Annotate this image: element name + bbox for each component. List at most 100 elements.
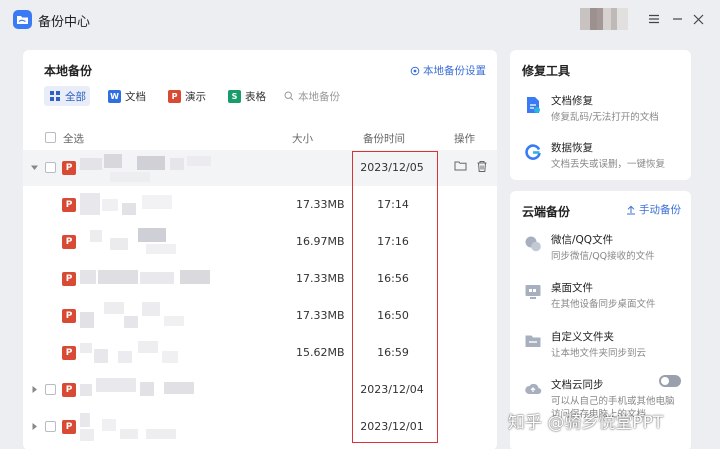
custom-folder-item[interactable]: 自定义文件夹 让本地文件夹同步到云	[522, 328, 687, 364]
search-input[interactable]: 本地备份	[284, 89, 340, 104]
manual-backup-button[interactable]: 手动备份	[626, 202, 681, 217]
backup-time: 16:50	[377, 309, 409, 322]
backup-date: 2023/12/04	[360, 383, 424, 396]
data-recovery-item[interactable]: 数据恢复 文档丢失或误删，一键恢复	[522, 139, 687, 175]
ppt-file-icon: P	[62, 161, 76, 175]
local-backup-settings-link[interactable]: 本地备份设置	[410, 63, 486, 78]
table-row[interactable]: P 15.62MB 16:59	[23, 335, 497, 371]
folder-open-icon[interactable]	[454, 160, 468, 174]
settings-icon	[410, 66, 420, 75]
app-title: 备份中心	[38, 15, 91, 30]
filter-presentation-label: 演示	[185, 90, 206, 103]
menu-icon[interactable]	[646, 11, 662, 27]
cloud-sync-icon	[524, 380, 542, 398]
file-size: 17.33MB	[296, 198, 345, 211]
file-size: 17.33MB	[296, 309, 345, 322]
document-repair-desc: 修复乱码/无法打开的文档	[551, 112, 659, 123]
table-row[interactable]: P 2023/12/04	[23, 372, 497, 408]
action-column-header: 操作	[454, 133, 475, 145]
table-row[interactable]: P 2023/12/05	[23, 150, 497, 186]
avatar[interactable]	[580, 8, 628, 30]
chat-file-icon	[524, 235, 542, 253]
watermark: 知乎 @骑乡悦堂PPT	[508, 413, 664, 433]
row-checkbox[interactable]	[45, 421, 56, 432]
desktop-files-title: 桌面文件	[551, 282, 593, 294]
data-recovery-title: 数据恢复	[551, 142, 593, 154]
filter-presentation[interactable]: P 演示	[164, 86, 210, 106]
chevron-down-icon[interactable]	[30, 163, 40, 173]
ppt-file-icon: P	[62, 198, 76, 212]
repair-tools-heading: 修复工具	[522, 64, 571, 78]
file-size: 16.97MB	[296, 235, 345, 248]
document-repair-item[interactable]: 文档修复 修复乱码/无法打开的文档	[522, 92, 687, 128]
row-checkbox[interactable]	[45, 162, 56, 173]
file-size: 17.33MB	[296, 272, 345, 285]
ppt-file-icon: P	[62, 383, 76, 397]
data-recovery-icon	[524, 143, 542, 161]
filter-document[interactable]: W 文档	[104, 86, 150, 106]
grid-icon	[48, 90, 61, 103]
cloud-sync-toggle[interactable]	[659, 375, 681, 387]
chevron-right-icon[interactable]	[30, 422, 40, 432]
word-icon: W	[108, 89, 121, 103]
desktop-files-desc: 在其他设备同步桌面文件	[551, 299, 656, 310]
ppt-file-icon: P	[62, 309, 76, 323]
table-row[interactable]: P 2023/12/01	[23, 409, 497, 445]
cloud-sync-title: 文档云同步	[551, 379, 604, 391]
select-all-checkbox[interactable]	[45, 132, 56, 143]
chat-files-desc: 同步微信/QQ接收的文件	[551, 251, 655, 262]
filter-spreadsheet-label: 表格	[245, 90, 266, 103]
select-all-label: 全选	[63, 133, 84, 145]
table-row[interactable]: P 17.33MB 17:14	[23, 187, 497, 223]
ppt-file-icon: P	[62, 272, 76, 286]
title-bar: 备份中心	[0, 0, 720, 40]
custom-folder-title: 自定义文件夹	[551, 331, 614, 343]
backup-center-logo-icon	[13, 10, 32, 29]
folder-icon	[524, 332, 542, 350]
trash-icon[interactable]	[476, 160, 490, 174]
local-backup-panel: 本地备份 本地备份设置 全部 W 文档 P 演示 S 表格 本地备份 全选 大小…	[23, 50, 497, 449]
filter-all-label: 全部	[65, 90, 86, 103]
backup-time: 17:14	[377, 198, 409, 211]
time-column-header: 备份时间	[363, 133, 405, 145]
table-header: 全选 大小 备份时间 操作	[23, 128, 497, 148]
minimize-icon[interactable]	[669, 11, 685, 27]
document-repair-title: 文档修复	[551, 95, 593, 107]
cloud-backup-heading: 云端备份	[522, 205, 571, 219]
search-placeholder: 本地备份	[298, 90, 340, 103]
local-backup-settings-label: 本地备份设置	[423, 65, 486, 77]
file-size: 15.62MB	[296, 346, 345, 359]
close-icon[interactable]	[690, 11, 706, 27]
repair-tools-panel: 修复工具 文档修复 修复乱码/无法打开的文档 数据恢复 文档丢失或误删，一键恢复	[510, 50, 691, 180]
table-row[interactable]: P 17.33MB 16:50	[23, 298, 497, 334]
filter-spreadsheet[interactable]: S 表格	[224, 86, 270, 106]
ppt-file-icon: P	[62, 420, 76, 434]
sheet-icon: S	[228, 89, 241, 103]
backup-date: 2023/12/01	[360, 420, 424, 433]
search-icon	[284, 91, 294, 101]
table-row[interactable]: P 16.97MB 17:16	[23, 224, 497, 260]
filter-document-label: 文档	[125, 90, 146, 103]
backup-date: 2023/12/05	[360, 161, 424, 174]
data-recovery-desc: 文档丢失或误删，一键恢复	[551, 159, 666, 170]
backup-time: 16:56	[377, 272, 409, 285]
cloud-sync-desc: 可以从自己的手机或其他电脑	[551, 396, 675, 407]
ppt-file-icon: P	[62, 346, 76, 360]
manual-backup-label: 手动备份	[639, 204, 681, 216]
filter-bar: 全部 W 文档 P 演示 S 表格 本地备份	[44, 86, 340, 106]
backup-time: 17:16	[377, 235, 409, 248]
table-row[interactable]: P 17.33MB 16:56	[23, 261, 497, 297]
desktop-files-item[interactable]: 桌面文件 在其他设备同步桌面文件	[522, 279, 687, 315]
custom-folder-desc: 让本地文件夹同步到云	[551, 348, 647, 359]
row-checkbox[interactable]	[45, 384, 56, 395]
chat-files-item[interactable]: 微信/QQ文件 同步微信/QQ接收的文件	[522, 231, 687, 267]
local-backup-heading: 本地备份	[44, 64, 93, 78]
chat-files-title: 微信/QQ文件	[551, 234, 614, 246]
size-column-header: 大小	[292, 133, 313, 145]
filter-all[interactable]: 全部	[44, 86, 90, 106]
ppt-file-icon: P	[62, 235, 76, 249]
upload-icon	[627, 205, 635, 214]
document-repair-icon	[524, 96, 542, 114]
chevron-right-icon[interactable]	[30, 385, 40, 395]
backup-time: 16:59	[377, 346, 409, 359]
